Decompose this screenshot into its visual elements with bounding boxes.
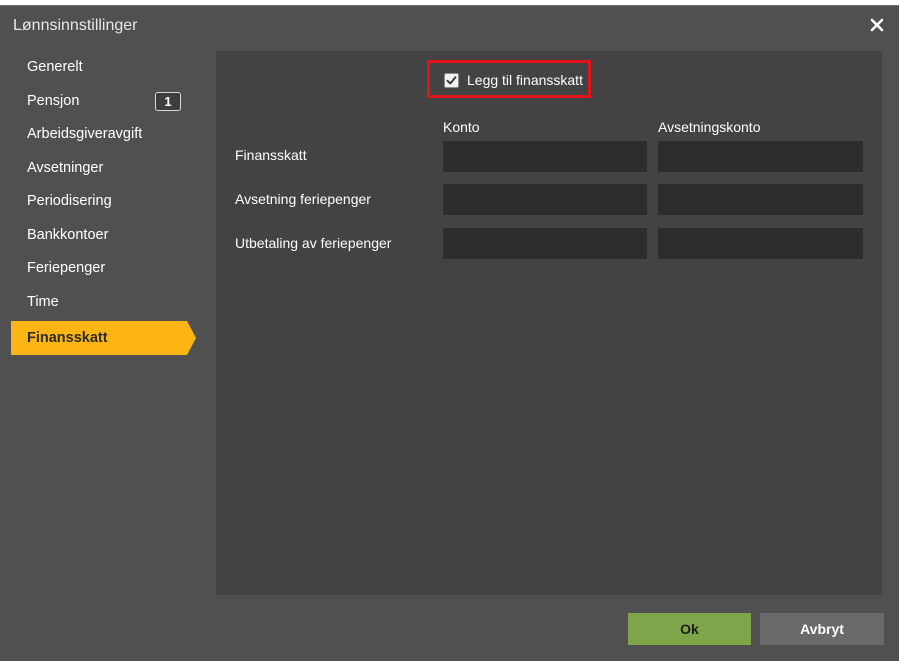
close-icon[interactable] bbox=[868, 16, 886, 34]
sidebar-item-label: Feriepenger bbox=[27, 260, 106, 276]
sidebar-item-label: Bankkontoer bbox=[27, 226, 109, 243]
sidebar-item-label: Time bbox=[27, 293, 59, 310]
sidebar-item-finansskatt[interactable]: Finansskatt bbox=[11, 321, 196, 355]
sidebar-item-avsetninger[interactable]: Avsetninger bbox=[0, 152, 215, 186]
sidebar-item-label: Finansskatt bbox=[27, 330, 108, 346]
finansskatt-checkbox-highlight[interactable]: Legg til finansskatt bbox=[427, 60, 591, 98]
count-badge: 1 bbox=[155, 91, 181, 111]
finansskatt-checkbox[interactable] bbox=[444, 73, 459, 88]
avsetning-feriepenger-konto-input[interactable] bbox=[443, 184, 647, 215]
sidebar-item-time[interactable]: Time bbox=[0, 286, 215, 320]
row-label-finansskatt: Finansskatt bbox=[235, 147, 307, 163]
cancel-button[interactable]: Avbryt bbox=[760, 613, 884, 645]
sidebar-item-bankkontoer[interactable]: Bankkontoer bbox=[0, 219, 215, 253]
sidebar-item-pensjon[interactable]: Pensjon 1 bbox=[0, 85, 215, 119]
dialog-title: Lønnsinnstillinger bbox=[13, 17, 138, 34]
sidebar-nav: Generelt Pensjon 1 Arbeidsgiveravgift Av… bbox=[0, 51, 215, 355]
checkbox-label[interactable]: Legg til finansskatt bbox=[467, 72, 583, 88]
finansskatt-konto-input[interactable] bbox=[443, 141, 647, 172]
row-label-avsetning-feriepenger: Avsetning feriepenger bbox=[235, 191, 371, 207]
utbetaling-feriepenger-konto-input[interactable] bbox=[443, 228, 647, 259]
utbetaling-feriepenger-avsetningskonto-input[interactable] bbox=[658, 228, 863, 259]
checkmark-icon bbox=[446, 76, 457, 85]
sidebar-item-label: Pensjon bbox=[27, 92, 80, 109]
dialog-titlebar: Lønnsinnstillinger bbox=[0, 6, 899, 46]
sidebar-item-feriepenger[interactable]: Feriepenger bbox=[0, 252, 215, 286]
sidebar-item-label: Periodisering bbox=[27, 193, 112, 209]
sidebar-item-generelt[interactable]: Generelt bbox=[0, 51, 215, 85]
row-label-utbetaling-av-feriepenger: Utbetaling av feriepenger bbox=[235, 235, 392, 251]
sidebar-item-label: Arbeidsgiveravgift bbox=[27, 126, 143, 142]
column-header-konto: Konto bbox=[443, 119, 480, 135]
sidebar-item-periodisering[interactable]: Periodisering bbox=[0, 185, 215, 219]
sidebar-item-arbeidsgiveravgift[interactable]: Arbeidsgiveravgift bbox=[0, 118, 215, 152]
sidebar-item-label: Avsetninger bbox=[27, 159, 104, 176]
column-header-avsetningskonto: Avsetningskonto bbox=[658, 119, 761, 135]
sidebar-item-label: Generelt bbox=[27, 59, 83, 75]
settings-dialog: Lønnsinnstillinger Generelt Pensjon 1 Ar… bbox=[0, 5, 899, 661]
content-panel: Legg til finansskatt Konto Avsetningskon… bbox=[216, 51, 882, 595]
avsetning-feriepenger-avsetningskonto-input[interactable] bbox=[658, 184, 863, 215]
finansskatt-avsetningskonto-input[interactable] bbox=[658, 141, 863, 172]
ok-button[interactable]: Ok bbox=[628, 613, 751, 645]
